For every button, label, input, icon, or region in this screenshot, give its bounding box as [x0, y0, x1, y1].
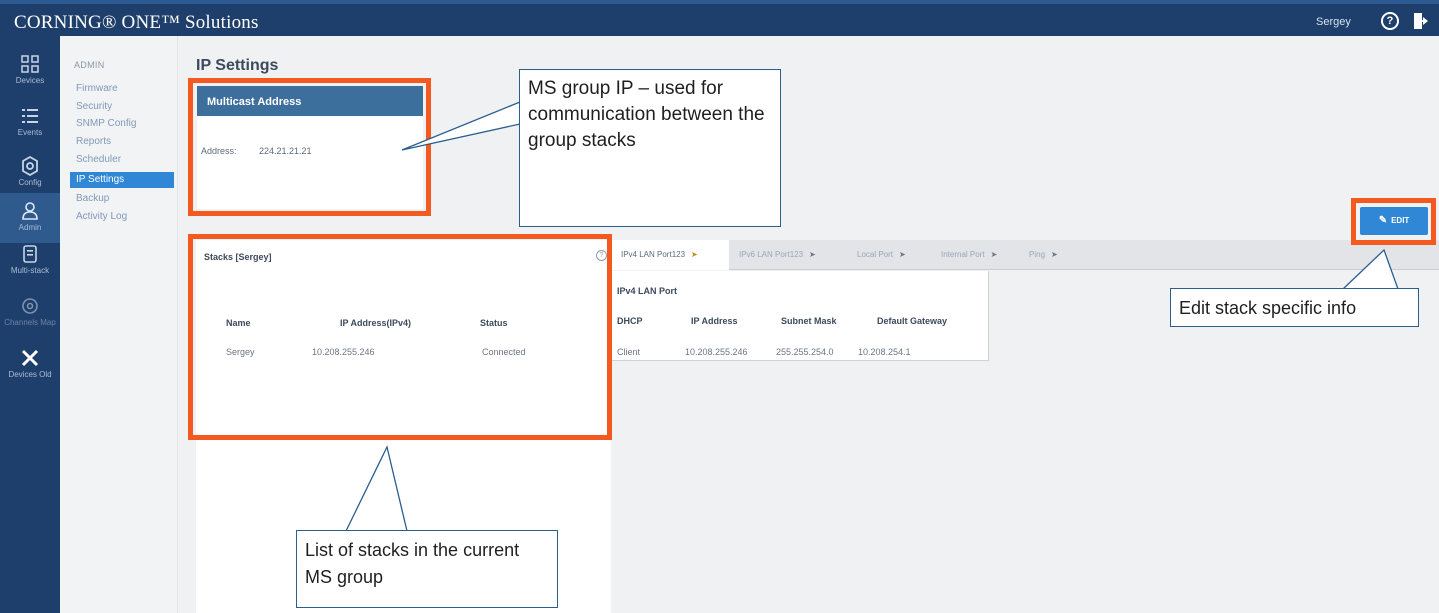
- ipv4-panel: IPv4 LAN Port DHCP IP Address Subnet Mas…: [611, 271, 989, 361]
- nav-label: Config: [18, 178, 42, 187]
- nav-multi-stack[interactable]: Multi-stack: [0, 236, 60, 286]
- tools-icon: [21, 349, 39, 367]
- nav-label: Devices: [15, 76, 45, 85]
- tab-label: Local Port: [857, 250, 894, 259]
- tab-ipv4-lan-port[interactable]: IPv4 LAN Port123 ➤: [611, 240, 729, 270]
- logout-icon[interactable]: [1413, 12, 1430, 30]
- pin-icon[interactable]: ➤: [899, 250, 906, 259]
- nav-label: Channels Map: [4, 318, 56, 327]
- nav-config[interactable]: Config: [0, 148, 60, 198]
- tab-label: IPv4 LAN Port123: [621, 250, 686, 259]
- person-icon: [22, 202, 38, 220]
- submenu-item-firmware[interactable]: Firmware: [70, 81, 174, 97]
- left-nav: Devices Events Config Admin Multi-stack …: [0, 36, 60, 613]
- nav-label: Admin: [18, 223, 42, 232]
- page-title: IP Settings: [196, 57, 279, 74]
- ipv4-dhcp-value: Client: [617, 347, 641, 357]
- pin-icon[interactable]: ➤: [809, 250, 816, 259]
- brand-title: CORNING® ONE™ Solutions: [14, 12, 259, 33]
- circle-icon: [22, 298, 38, 314]
- port-tabs: IPv4 LAN Port123 ➤ IPv6 LAN Port123 ➤ Loca…: [611, 240, 1439, 270]
- nav-channels-map[interactable]: Channels Map: [0, 288, 60, 338]
- nav-label: Devices Old: [8, 370, 52, 379]
- tab-label: Ping: [1029, 250, 1046, 259]
- highlight-stacks: [188, 234, 612, 440]
- nav-label: Multi-stack: [10, 266, 50, 275]
- nav-events[interactable]: Events: [0, 98, 60, 148]
- ipv4-gateway-value: 10.208.254.1: [858, 347, 911, 357]
- username[interactable]: Sergey: [1316, 16, 1351, 28]
- list-icon: [22, 109, 38, 123]
- highlight-multicast: [188, 78, 431, 216]
- tab-local-port[interactable]: Local Port ➤: [857, 240, 933, 270]
- grid-icon: [21, 55, 39, 73]
- submenu-item-security[interactable]: Security: [70, 99, 174, 115]
- tab-label: Internal Port: [941, 250, 985, 259]
- nav-devices-old[interactable]: Devices Old: [0, 340, 60, 390]
- ipv4-title: IPv4 LAN Port: [617, 286, 678, 296]
- highlight-edit: [1351, 198, 1436, 245]
- submenu-item-backup[interactable]: Backup: [70, 191, 174, 207]
- tab-label: IPv6 LAN Port123: [739, 250, 804, 259]
- nav-devices[interactable]: Devices: [0, 46, 60, 96]
- nav-label: Events: [17, 128, 43, 137]
- submenu-item-scheduler[interactable]: Scheduler: [70, 152, 174, 168]
- submenu-item-snmp-config[interactable]: SNMP Config: [70, 116, 174, 132]
- submenu-item-ip-settings[interactable]: IP Settings: [70, 172, 174, 188]
- submenu-item-activity-log[interactable]: Activity Log: [70, 209, 174, 225]
- pin-icon[interactable]: ➤: [1051, 250, 1058, 259]
- ipv4-col-gateway: Default Gateway: [877, 316, 948, 326]
- ipv4-col-dhcp: DHCP: [617, 316, 643, 326]
- ipv4-col-mask: Subnet Mask: [781, 316, 837, 326]
- gear-icon: [22, 156, 38, 176]
- tab-internal-port[interactable]: Internal Port ➤: [941, 240, 1021, 270]
- callout-stack-list: List of stacks in the current MS group: [296, 530, 558, 608]
- ipv4-mask-value: 255.255.254.0: [776, 347, 834, 357]
- tab-ipv6-lan-port[interactable]: IPv6 LAN Port123 ➤: [739, 240, 851, 270]
- submenu-heading: ADMIN: [74, 60, 105, 70]
- tab-ping[interactable]: Ping ➤: [1029, 240, 1085, 270]
- submenu-item-reports[interactable]: Reports: [70, 134, 174, 150]
- top-bar: CORNING® ONE™ Solutions Sergey ?: [0, 0, 1439, 36]
- pin-icon[interactable]: ➤: [691, 250, 698, 259]
- help-circle-icon[interactable]: ?: [1381, 12, 1399, 30]
- document-icon: [23, 245, 37, 263]
- pin-icon[interactable]: ➤: [991, 250, 998, 259]
- ipv4-ip-value: 10.208.255.246: [685, 347, 748, 357]
- callout-edit-info: Edit stack specific info: [1170, 288, 1419, 327]
- ipv4-col-ip: IP Address: [691, 316, 738, 326]
- admin-submenu: ADMIN Firmware Security SNMP Config Repo…: [60, 36, 178, 613]
- callout-ms-group-ip: MS group IP – used for communication bet…: [519, 69, 781, 227]
